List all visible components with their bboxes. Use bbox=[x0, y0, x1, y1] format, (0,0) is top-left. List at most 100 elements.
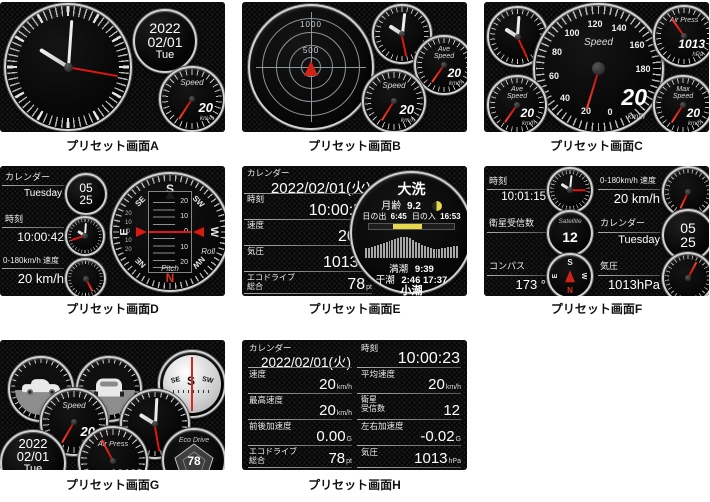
car-wheel bbox=[27, 389, 33, 395]
divider bbox=[487, 275, 546, 276]
roll-scale-tick: 20 bbox=[125, 247, 132, 253]
caption-a: プリセット画面A bbox=[0, 137, 225, 154]
preset-panel-d: カレンダー Tuesday 05 25 時刻 10:00:42 0-180km/… bbox=[0, 166, 225, 296]
row-value: 1013hPa bbox=[357, 450, 461, 467]
caption-e: プリセット画面E bbox=[242, 300, 467, 317]
pitch-label: Pitch bbox=[112, 265, 225, 273]
air-press-gauge: Air Press 1013 hPa bbox=[653, 5, 709, 67]
compass-attitude-widget: S N E W SE SW NW NE 20 10 0 10 20 20 10 … bbox=[110, 172, 225, 292]
clock-center-cap bbox=[515, 34, 521, 40]
speedo-tick-label: 180 bbox=[635, 64, 650, 74]
speedo-digital-value: 20 bbox=[621, 84, 647, 111]
speed-label: 0-180km/h 速度 bbox=[3, 256, 59, 265]
gauge-value: 1013 bbox=[109, 467, 136, 470]
cell-value: 20 km/h bbox=[598, 191, 660, 206]
caption-c: プリセット画面C bbox=[484, 137, 709, 154]
compass-point-sw: SW bbox=[201, 376, 213, 385]
speedo-tick-label: 0 bbox=[607, 107, 612, 117]
row-value: 10:00:23 bbox=[357, 350, 461, 368]
divider bbox=[248, 419, 352, 420]
car-rear-icon bbox=[96, 379, 122, 397]
value-unit: km/h bbox=[337, 384, 352, 391]
date-text: 2022 02/01 Tue bbox=[2, 432, 64, 470]
value-unit: pt bbox=[346, 458, 352, 465]
clock-center-cap bbox=[152, 421, 158, 427]
gauge-center-cap bbox=[83, 276, 89, 282]
roll-scale-tick: 10 bbox=[125, 238, 132, 244]
gauge-center-cap bbox=[71, 419, 77, 425]
date-text: 2022 02/01 Tue bbox=[135, 11, 195, 71]
gauge-center-cap bbox=[685, 275, 691, 281]
compass-point-w: W bbox=[580, 273, 587, 280]
caption-h: プリセット画面H bbox=[242, 476, 467, 493]
date-text: 05 25 bbox=[67, 175, 105, 213]
cell-label: コンパス bbox=[489, 261, 525, 271]
preset-panel-f: 時刻 10:01:15 0-180km/h 速度 20 km/h 衛星受信数 S… bbox=[484, 166, 709, 296]
divider bbox=[598, 189, 660, 190]
date-year: 2022 bbox=[19, 437, 48, 450]
calendar-weekday: Tuesday bbox=[0, 188, 62, 199]
radar-outer-range-label: 1000 bbox=[300, 20, 322, 29]
pitch-zero-line bbox=[149, 231, 191, 233]
gauge-center-cap bbox=[685, 189, 691, 195]
speed-gauge: Speed 20 km/h bbox=[362, 69, 426, 132]
speedo-tick-label: 60 bbox=[549, 71, 559, 81]
divider bbox=[248, 445, 352, 446]
time-label: 時刻 bbox=[5, 214, 23, 224]
divider bbox=[2, 185, 64, 186]
cell-value: Tuesday bbox=[598, 234, 660, 246]
pressure-gauge bbox=[662, 252, 709, 296]
sunset-label: 日の入 bbox=[412, 212, 436, 221]
satellite-widget: Satellite 12 bbox=[547, 210, 593, 256]
gauge-center-cap bbox=[110, 458, 116, 464]
speedo-digital-unit: km/h bbox=[628, 112, 645, 121]
cell-value: 1013hPa bbox=[598, 277, 660, 292]
value-unit: km/h bbox=[337, 410, 352, 417]
compass-point-s: S bbox=[567, 258, 572, 267]
gauge-center-cap bbox=[189, 96, 195, 102]
gauge-label: Speed bbox=[364, 82, 424, 90]
divider bbox=[598, 275, 660, 276]
tide-location: 大洗 bbox=[352, 179, 467, 199]
divider bbox=[357, 445, 461, 446]
divider bbox=[598, 232, 660, 233]
pitch-scale-tick: 10 bbox=[180, 244, 188, 251]
value-text: 0.00 bbox=[316, 428, 345, 445]
divider bbox=[248, 367, 352, 368]
date-weekday: Tue bbox=[156, 50, 175, 61]
value-unit: G bbox=[347, 436, 352, 443]
gauge-unit: km/h bbox=[401, 117, 415, 124]
roll-scale-tick: 20 bbox=[125, 211, 132, 217]
gauge-label: Max Speed bbox=[655, 86, 709, 101]
roll-label: Roll bbox=[201, 247, 215, 256]
sunset-time: 16:53 bbox=[440, 212, 460, 221]
time-value: 10:00:42 bbox=[0, 230, 64, 244]
speedo-tick-label: 100 bbox=[564, 28, 579, 38]
speedo-tick-label: 140 bbox=[611, 23, 626, 33]
analog-clock bbox=[4, 3, 132, 131]
row-value: 20km/h bbox=[248, 402, 352, 419]
roll-arrow-left-icon bbox=[136, 227, 147, 237]
radar-inner-range-label: 500 bbox=[303, 46, 319, 55]
clock-center-cap bbox=[64, 63, 73, 72]
gauge-center-cap bbox=[441, 62, 447, 68]
row-value: 20km/h bbox=[357, 376, 461, 393]
value-text: 20 bbox=[319, 402, 336, 419]
date-monthday: 02/01 bbox=[147, 35, 182, 49]
gauge-unit: km/h bbox=[522, 121, 535, 127]
moon-age-row: 月齢 9.2 bbox=[352, 197, 467, 212]
gauge-label: Ave Speed bbox=[416, 46, 467, 61]
compass-point-e: E bbox=[552, 274, 559, 279]
radar-display: 1000 500 bbox=[248, 4, 374, 130]
clock-center-cap bbox=[82, 233, 88, 239]
row-value: 20km/h bbox=[248, 376, 352, 393]
value-text: 78 bbox=[328, 450, 345, 467]
gauge-label: Air Press bbox=[655, 17, 709, 24]
speedo-center-cap bbox=[592, 62, 605, 75]
value-text: -0.02 bbox=[420, 428, 454, 445]
radar-vehicle-arrow-icon bbox=[304, 61, 318, 76]
value-text: 12 bbox=[443, 402, 460, 419]
divider bbox=[357, 419, 461, 420]
satellite-label: Satellite bbox=[549, 219, 591, 226]
divider bbox=[2, 227, 64, 228]
